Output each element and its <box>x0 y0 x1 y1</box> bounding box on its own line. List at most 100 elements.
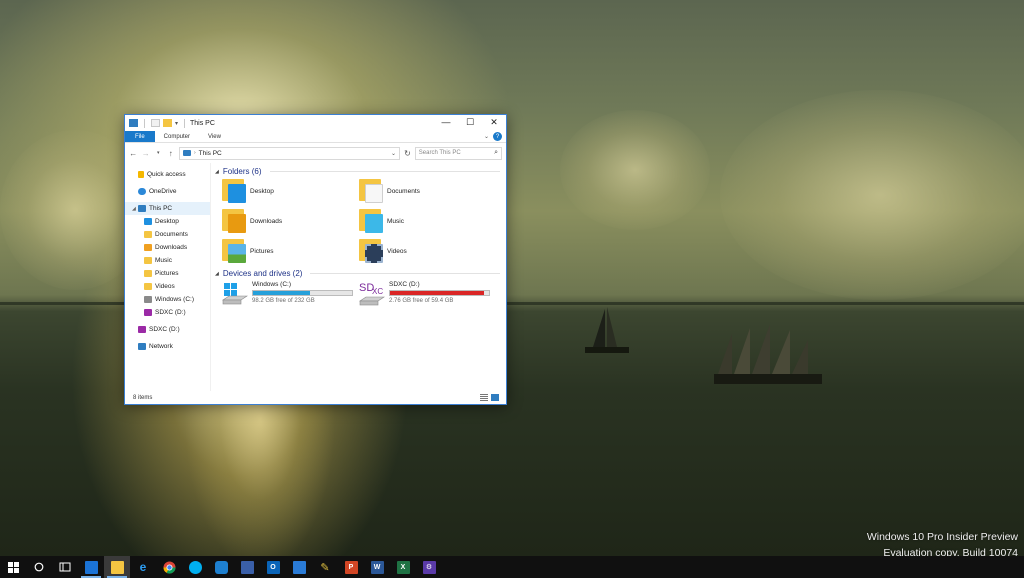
pictures-folder-icon <box>144 270 152 277</box>
user-icon[interactable] <box>234 556 260 578</box>
chevron-down-icon[interactable]: ▾ <box>175 120 178 127</box>
nav-desktop[interactable]: Desktop <box>125 215 210 228</box>
downloads-folder-icon <box>222 209 246 233</box>
folder-label: Documents <box>387 187 420 195</box>
details-view-icon[interactable] <box>480 394 488 401</box>
folder-label: Pictures <box>250 247 274 255</box>
folder-videos[interactable]: Videos <box>359 238 496 264</box>
maximize-button[interactable]: ☐ <box>458 115 482 129</box>
quick-access-toolbar: ▾ <box>125 118 188 128</box>
nav-this-pc[interactable]: ◢ This PC <box>125 202 210 215</box>
tab-computer[interactable]: Computer <box>155 131 199 142</box>
chrome-icon[interactable] <box>156 556 182 578</box>
folder-documents[interactable]: Documents <box>359 178 496 204</box>
minimize-button[interactable]: — <box>434 115 458 129</box>
drive-info: Windows (C:) 98.2 GB free of 232 GB <box>252 280 353 312</box>
drive-usage-fill <box>390 291 485 295</box>
expand-caret-icon[interactable]: ◢ <box>132 206 136 212</box>
folders-group-header[interactable]: ◢ Folders (6) <box>215 165 500 178</box>
up-arrow-icon[interactable]: ↑ <box>166 149 174 158</box>
address-row: ← → ▾ ↑ › This PC ⌄ ↻ Search This PC ⌕ <box>125 143 506 163</box>
nav-label: Documents <box>155 231 188 238</box>
nav-downloads[interactable]: Downloads <box>125 241 210 254</box>
people-icon[interactable] <box>286 556 312 578</box>
new-folder-icon[interactable] <box>163 119 172 127</box>
toolbar-separator <box>144 118 145 128</box>
nav-documents[interactable]: Documents <box>125 228 210 241</box>
close-button[interactable]: ✕ <box>482 115 506 129</box>
nav-network[interactable]: Network <box>125 340 210 353</box>
window-controls: — ☐ ✕ <box>434 115 506 129</box>
folder-desktop[interactable]: Desktop <box>222 178 359 204</box>
drives-group-header[interactable]: ◢ Devices and drives (2) <box>215 267 500 280</box>
folder-label: Music <box>387 217 404 225</box>
drive-windows-c[interactable]: Windows (C:) 98.2 GB free of 232 GB <box>222 280 359 312</box>
skype-icon[interactable] <box>182 556 208 578</box>
title-bar[interactable]: ▾ This PC — ☐ ✕ <box>125 115 506 131</box>
drive-sdxc-d[interactable]: SD XC SDXC (D:) 2.76 GB free of 59.4 GB <box>359 280 499 312</box>
nav-label: Windows (C:) <box>155 296 195 303</box>
folders-header-label: Folders (6) <box>222 167 262 176</box>
drive-info: SDXC (D:) 2.76 GB free of 59.4 GB <box>389 280 490 312</box>
file-explorer-icon[interactable] <box>104 556 130 578</box>
collapse-icon[interactable]: ◢ <box>215 271 219 277</box>
address-path[interactable]: This PC <box>199 150 222 157</box>
recent-locations-icon[interactable]: ▾ <box>154 150 162 156</box>
navigation-pane: Quick access OneDrive ◢ This PC Desktop … <box>125 163 211 391</box>
word-icon[interactable]: W <box>364 556 390 578</box>
nav-onedrive[interactable]: OneDrive <box>125 185 210 198</box>
windows-start-icon[interactable] <box>0 556 26 578</box>
edge-icon[interactable]: e <box>130 556 156 578</box>
powerpoint-icon[interactable]: P <box>338 556 364 578</box>
search-icon[interactable]: ⌕ <box>494 149 498 157</box>
pen-icon[interactable]: ✎ <box>312 556 338 578</box>
watermark-line1: Windows 10 Pro Insider Preview <box>866 531 1018 543</box>
large-icons-view-icon[interactable] <box>491 394 499 401</box>
folder-label: Desktop <box>250 187 274 195</box>
drive-free-space: 98.2 GB free of 232 GB <box>252 298 315 304</box>
refresh-icon[interactable]: ↻ <box>404 149 411 158</box>
tab-view[interactable]: View <box>199 131 230 142</box>
nav-sdxc-d-root[interactable]: SDXC (D:) <box>125 323 210 336</box>
collapse-icon[interactable]: ◢ <box>215 169 219 175</box>
search-input[interactable]: Search This PC ⌕ <box>414 146 502 160</box>
task-view-icon[interactable] <box>52 556 78 578</box>
forward-arrow-icon[interactable]: → <box>141 149 150 158</box>
nav-label: SDXC (D:) <box>149 326 180 333</box>
nav-windows-c[interactable]: Windows (C:) <box>125 293 210 306</box>
this-pc-icon <box>129 119 138 127</box>
settings-icon[interactable]: ⚙ <box>416 556 442 578</box>
nav-pictures[interactable]: Pictures <box>125 267 210 280</box>
headphones-icon[interactable] <box>208 556 234 578</box>
folder-music[interactable]: Music <box>359 208 496 234</box>
nav-music[interactable]: Music <box>125 254 210 267</box>
help-icon[interactable]: ? <box>493 132 502 141</box>
outlook-icon[interactable]: O <box>260 556 286 578</box>
cloud <box>720 90 1024 300</box>
item-count: 8 items <box>133 395 153 401</box>
content-pane: ◢ Folders (6) Desktop Documents Download… <box>211 163 506 391</box>
address-dropdown-icon[interactable]: ⌄ <box>391 150 396 157</box>
sailboat-large <box>714 324 822 384</box>
breadcrumb-separator-icon[interactable]: › <box>194 150 196 156</box>
nav-sdxc-d[interactable]: SDXC (D:) <box>125 306 210 319</box>
tab-file[interactable]: File <box>125 131 155 142</box>
music-folder-icon <box>144 257 152 264</box>
excel-icon[interactable]: X <box>390 556 416 578</box>
nav-quick-access[interactable]: Quick access <box>125 168 210 181</box>
address-bar[interactable]: › This PC ⌄ <box>178 146 401 160</box>
nav-label: Quick access <box>147 171 186 178</box>
nav-videos[interactable]: Videos <box>125 280 210 293</box>
nav-label: Downloads <box>155 244 188 251</box>
properties-icon[interactable] <box>151 119 160 127</box>
drive-icon <box>144 296 152 303</box>
status-bar: 8 items <box>125 391 506 405</box>
store-icon[interactable] <box>78 556 104 578</box>
back-arrow-icon[interactable]: ← <box>129 149 137 158</box>
expand-ribbon-icon[interactable]: ⌄ <box>484 133 489 140</box>
folder-downloads[interactable]: Downloads <box>222 208 359 234</box>
folder-pictures[interactable]: Pictures <box>222 238 359 264</box>
desktop-folder-icon <box>222 179 246 203</box>
search-icon[interactable] <box>26 556 52 578</box>
documents-folder-icon <box>144 231 152 238</box>
